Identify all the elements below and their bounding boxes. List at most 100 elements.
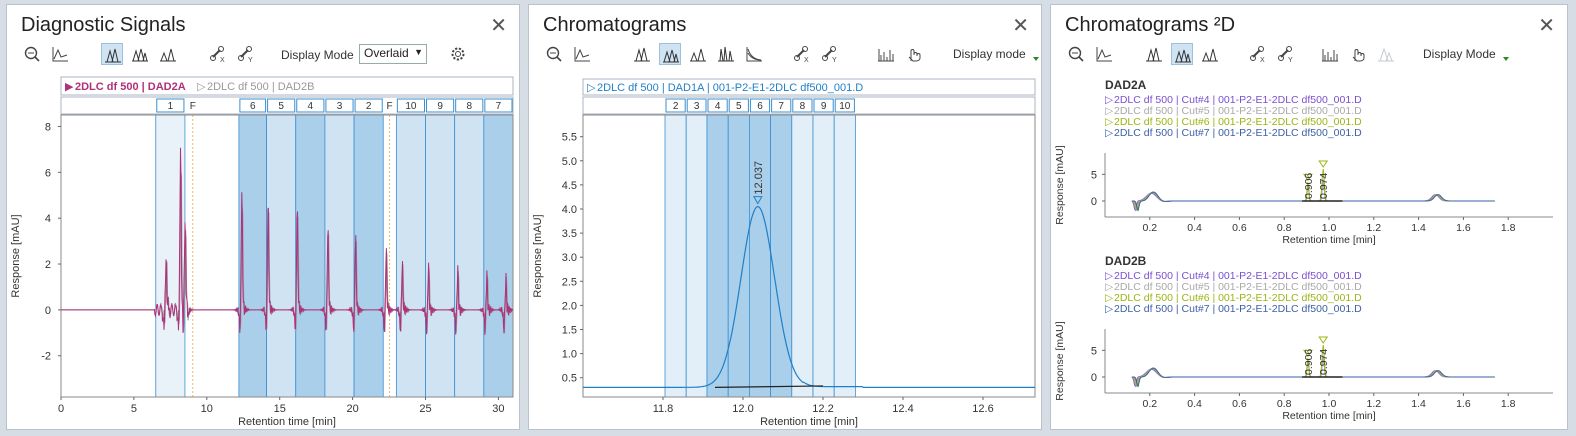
fraction-window [353, 114, 384, 398]
fraction-window [727, 114, 750, 398]
x-tick-label: 1.6 [1456, 222, 1471, 234]
legend-marker-icon: ▷ [1105, 303, 1114, 315]
x-tick-label: 1.0 [1322, 398, 1337, 410]
close-icon[interactable]: ✕ [490, 16, 507, 36]
y-tick-label: 0 [1091, 372, 1097, 384]
chromatogram-chart[interactable]: ▷ 2DLC df 500 | DAD1A | 001-P2-E1-2DLC df… [529, 71, 1041, 431]
link-y-icon[interactable]: Y [235, 43, 257, 65]
peak-label: 0.974 [1318, 349, 1330, 375]
y-tick-label: 4 [45, 213, 51, 225]
legend-marker-icon: ▶ [65, 81, 74, 93]
peaks-separated-icon[interactable] [157, 43, 179, 65]
decay-curves-icon[interactable] [743, 43, 765, 65]
fraction-label: 8 [800, 101, 806, 112]
legend-marker-icon: ▷ [1105, 127, 1114, 139]
x-axis-label: Retention time [min] [1282, 234, 1375, 246]
fraction-label: 7 [496, 101, 502, 112]
link-x-icon[interactable]: X [791, 43, 813, 65]
peaks-overlaid-icon[interactable] [631, 43, 653, 65]
peaks-stacked-icon[interactable] [1171, 43, 1193, 65]
peaks-spectra-icon[interactable] [715, 43, 737, 65]
svg-text:X: X [220, 57, 225, 63]
x-tick-label: 20 [346, 403, 358, 415]
x-tick-label: 0.6 [1232, 398, 1247, 410]
peaks-separated-icon[interactable] [1199, 43, 1221, 65]
dropdown-arrow-icon[interactable] [1503, 57, 1509, 61]
chromatograms-2d-chart[interactable]: DAD2A▷ 2DLC df 500 | Cut#4 | 001-P2-E1-2D… [1051, 71, 1567, 427]
link-x-icon[interactable]: X [207, 43, 229, 65]
fraction-window [748, 114, 771, 398]
y-axis-label: Response [mAU] [532, 214, 544, 297]
x-tick-label: 12.2 [812, 403, 833, 415]
fraction-label: F [190, 101, 196, 112]
y-tick-label: 1.0 [562, 349, 577, 361]
hand-pointer-icon[interactable] [1347, 43, 1369, 65]
fraction-label: 4 [308, 101, 314, 112]
x-tick-label: 1.2 [1366, 222, 1381, 234]
peak-marker-icon [1318, 160, 1329, 168]
bar-chart-icon[interactable] [875, 43, 897, 65]
peaks-stacked-icon[interactable] [129, 43, 151, 65]
x-tick-label: 0.8 [1277, 222, 1292, 234]
zoom-icon[interactable] [1065, 43, 1087, 65]
close-icon[interactable]: ✕ [1538, 16, 1555, 36]
y-axis-label: Response [mAU] [10, 214, 22, 297]
fraction-window [395, 114, 426, 398]
y-tick-label: 1.5 [562, 325, 577, 337]
fraction-window [483, 114, 514, 398]
panel-title: Chromatograms [543, 14, 687, 36]
legend-entry: 2DLC df 500 | DAD2A [75, 81, 186, 93]
link-y-icon[interactable]: Y [819, 43, 841, 65]
diagnostic-signals-chart[interactable]: ▶ 2DLC df 500 | DAD2A ▷ 2DLC df 500 | DAD2B… [7, 71, 519, 431]
peaks-stacked-icon[interactable] [659, 43, 681, 65]
gear-icon[interactable] [447, 43, 469, 65]
y-tick-label: 4.5 [562, 180, 577, 192]
dropdown-arrow-icon[interactable] [1033, 57, 1039, 61]
fraction-label: 10 [405, 101, 417, 112]
baseline-icon[interactable] [49, 43, 71, 65]
panel-title: Diagnostic Signals [21, 14, 186, 36]
display-mode-label[interactable]: Display mode [953, 47, 1026, 61]
display-mode-label[interactable]: Display Mode [1423, 47, 1496, 61]
fraction-window [425, 114, 456, 398]
chevron-down-icon: ▼ [414, 47, 423, 57]
zoom-icon[interactable] [21, 43, 43, 65]
x-tick-label: 12.0 [732, 403, 753, 415]
y-tick-label: 8 [45, 121, 51, 133]
bar-chart-icon[interactable] [1319, 43, 1341, 65]
hand-pointer-icon[interactable] [903, 43, 925, 65]
close-icon[interactable]: ✕ [1012, 16, 1029, 36]
x-tick-label: 1.6 [1456, 398, 1471, 410]
fraction-label: 9 [437, 101, 443, 112]
subplot-title: DAD2B [1105, 254, 1147, 268]
link-y-icon[interactable]: Y [1275, 43, 1297, 65]
peak-label: 0.906 [1303, 173, 1315, 199]
x-tick-label: 30 [492, 403, 504, 415]
zoom-icon[interactable] [543, 43, 565, 65]
fraction-label: F [387, 101, 393, 112]
y-tick-label: 3.5 [562, 228, 577, 240]
y-tick-label: 5 [1091, 345, 1097, 357]
x-tick-label: 1.8 [1501, 222, 1516, 234]
x-tick-label: 1.4 [1411, 398, 1426, 410]
svg-text:Y: Y [832, 57, 837, 63]
y-tick-label: 3.0 [562, 252, 577, 264]
legend-entry: 2DLC df 500 | Cut#7 | 001-P2-E1-2DLC df5… [1114, 127, 1362, 139]
display-mode-select[interactable]: Overlaid ▼ [359, 44, 427, 64]
x-tick-label: 1.0 [1322, 222, 1337, 234]
peaks-overlaid-icon[interactable] [1143, 43, 1165, 65]
peaks-separated-icon[interactable] [687, 43, 709, 65]
x-axis-label: Retention time [min] [760, 416, 858, 428]
fraction-window [706, 114, 729, 398]
fraction-window [812, 114, 835, 398]
fraction-window [791, 114, 814, 398]
x-tick-label: 15 [274, 403, 286, 415]
peaks-overlaid-icon[interactable] [101, 43, 123, 65]
fraction-label: 6 [757, 101, 763, 112]
baseline-icon[interactable] [571, 43, 593, 65]
fraction-label: 2 [366, 101, 372, 112]
y-tick-label: 5 [1091, 169, 1097, 181]
fraction-label: 1 [168, 101, 174, 112]
baseline-icon[interactable] [1093, 43, 1115, 65]
link-x-icon[interactable]: X [1247, 43, 1269, 65]
